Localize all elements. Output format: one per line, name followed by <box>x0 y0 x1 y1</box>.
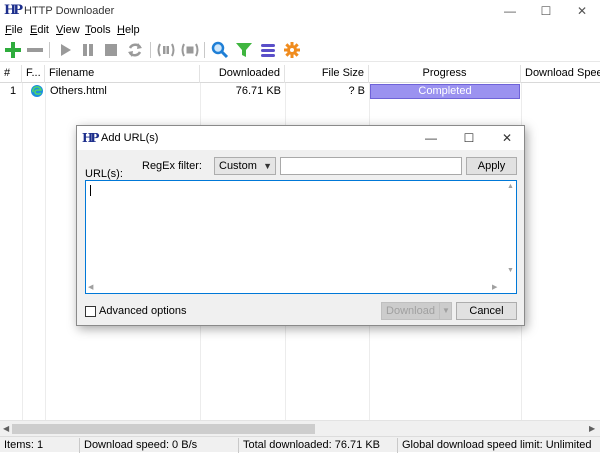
scrollbar-thumb[interactable] <box>12 424 315 434</box>
menu-view[interactable]: View <box>56 24 80 36</box>
column-type[interactable]: F... <box>22 65 45 83</box>
grid-line <box>45 83 46 420</box>
text-caret <box>90 185 91 196</box>
scroll-right-icon[interactable]: ▶ <box>492 283 497 291</box>
dialog-title: Add URL(s) <box>101 132 159 144</box>
regex-filter-label: RegEx filter: <box>142 160 202 172</box>
maximize-button[interactable]: ☐ <box>529 0 563 22</box>
dialog-close-button[interactable]: ✕ <box>488 126 526 150</box>
settings-icon[interactable] <box>282 40 302 60</box>
close-button[interactable]: ✕ <box>565 0 599 22</box>
minimize-button[interactable]: — <box>493 0 527 22</box>
download-button[interactable]: Download <box>382 303 439 319</box>
dialog-logo: HP <box>82 131 99 145</box>
regex-mode-value: Custom <box>219 160 257 172</box>
urls-vertical-scrollbar[interactable]: ▲ ▼ <box>504 181 516 293</box>
row-number: 1 <box>10 85 17 97</box>
scroll-left-icon[interactable]: ◀ <box>88 283 93 291</box>
status-total-downloaded: Total downloaded: 76.71 KB <box>238 438 380 453</box>
status-download-speed: Download speed: 0 B/s <box>79 438 197 453</box>
stop-icon[interactable] <box>101 40 121 60</box>
row-downloaded: 76.71 KB <box>235 85 281 97</box>
column-download-speed[interactable]: Download Speed <box>521 65 600 83</box>
column-file-size[interactable]: File Size <box>285 65 369 83</box>
urls-label: URL(s): <box>85 168 123 180</box>
pause-icon[interactable] <box>78 40 98 60</box>
chevron-down-icon: ▼ <box>263 161 272 171</box>
scroll-right-icon[interactable]: ▶ <box>589 424 595 433</box>
column-downloaded[interactable]: Downloaded <box>200 65 285 83</box>
add-icon[interactable] <box>3 40 23 60</box>
filter-icon[interactable] <box>234 40 254 60</box>
dialog-title-bar: HP Add URL(s) — ☐ ✕ <box>77 126 524 150</box>
file-type-icon <box>26 84 48 102</box>
toolbar-separator <box>49 42 50 58</box>
row-filename: Others.html <box>50 85 107 97</box>
app-logo: HP <box>4 3 23 18</box>
scroll-up-icon[interactable]: ▲ <box>507 183 514 190</box>
menu-tools[interactable]: Tools <box>85 24 111 36</box>
stop-active-icon[interactable] <box>180 40 200 60</box>
progress-label: Completed <box>418 85 472 97</box>
restart-icon[interactable] <box>125 40 145 60</box>
dialog-minimize-button[interactable]: — <box>412 126 450 150</box>
menu-file[interactable]: File <box>5 24 23 36</box>
download-list-header: # F... Filename Downloaded File Size Pro… <box>0 65 600 83</box>
queue-icon[interactable] <box>258 40 278 60</box>
download-split-button[interactable]: Download ▼ <box>381 302 452 320</box>
toolbar-separator <box>150 42 151 58</box>
table-row[interactable]: 1 Others.html 76.71 KB ? B Completed <box>0 83 600 101</box>
advanced-options-checkbox[interactable] <box>85 306 96 317</box>
window-title: HTTP Downloader <box>24 5 115 17</box>
column-number[interactable]: # <box>0 65 22 83</box>
scroll-down-icon[interactable]: ▼ <box>507 267 514 274</box>
column-filename[interactable]: Filename <box>45 65 200 83</box>
advanced-options-label[interactable]: Advanced options <box>99 305 186 317</box>
dialog-maximize-button[interactable]: ☐ <box>450 126 488 150</box>
grid-line <box>22 83 23 420</box>
scroll-left-icon[interactable]: ◀ <box>3 424 9 433</box>
start-icon[interactable] <box>55 40 75 60</box>
menu-edit[interactable]: Edit <box>30 24 49 36</box>
remove-icon[interactable] <box>25 40 45 60</box>
pause-active-icon[interactable] <box>156 40 176 60</box>
menu-help[interactable]: Help <box>117 24 140 36</box>
urls-horizontal-scrollbar[interactable]: ◀ ▶ <box>86 281 504 293</box>
progress-bar: Completed <box>370 84 520 99</box>
status-items: Items: 1 <box>4 439 44 451</box>
status-bar: Items: 1 Download speed: 0 B/s Total dow… <box>0 436 600 453</box>
menu-bar: File Edit View Tools Help <box>0 22 600 38</box>
status-speed-limit: Global download speed limit: Unlimited <box>397 438 592 453</box>
title-bar: HP HTTP Downloader — ☐ ✕ <box>0 0 600 22</box>
split-divider <box>439 303 440 319</box>
horizontal-scrollbar[interactable]: ◀ ▶ <box>0 420 600 436</box>
apply-button[interactable]: Apply <box>466 157 517 175</box>
add-urls-dialog: HP Add URL(s) — ☐ ✕ RegEx filter: Custom… <box>76 125 525 326</box>
cancel-button[interactable]: Cancel <box>456 302 517 320</box>
regex-filter-input[interactable] <box>280 157 462 175</box>
toolbar-separator <box>204 42 205 58</box>
toolbar <box>0 38 600 62</box>
row-file-size: ? B <box>348 85 365 97</box>
chevron-down-icon[interactable]: ▼ <box>442 303 450 319</box>
column-progress[interactable]: Progress <box>369 65 521 83</box>
urls-textarea[interactable]: ▲ ▼ ◀ ▶ <box>85 180 517 294</box>
regex-mode-select[interactable]: Custom ▼ <box>214 157 276 175</box>
search-icon[interactable] <box>210 40 230 60</box>
